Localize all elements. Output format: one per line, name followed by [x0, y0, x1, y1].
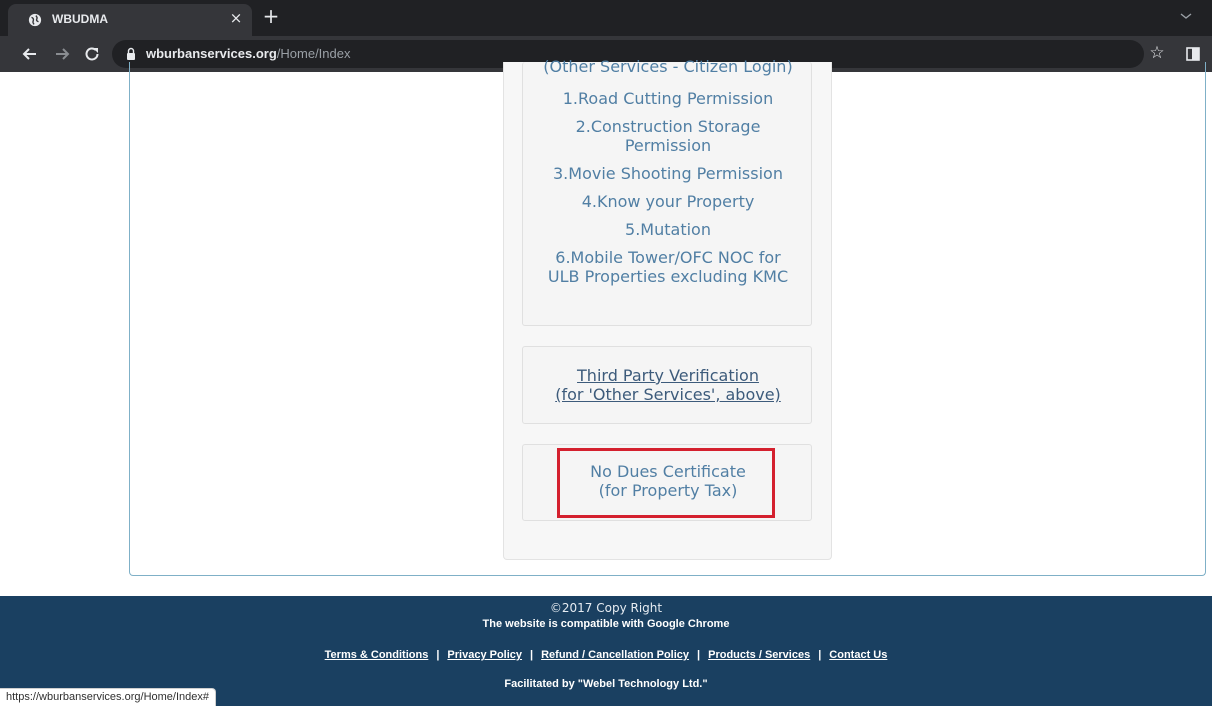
- page-content: (Other Services - Citizen Login) 1.Road …: [0, 57, 1212, 706]
- highlight-box: [557, 448, 775, 518]
- compatibility-text: The website is compatible with Google Ch…: [482, 618, 730, 630]
- reload-icon[interactable]: [82, 44, 102, 64]
- chevron-down-icon[interactable]: [1178, 8, 1194, 24]
- footer-link-contact[interactable]: Contact Us: [829, 649, 887, 661]
- globe-icon: [28, 13, 42, 27]
- lock-icon[interactable]: [126, 47, 136, 61]
- forward-arrow-icon[interactable]: [52, 44, 72, 64]
- service-link-road-cutting[interactable]: 1.Road Cutting Permission: [523, 89, 813, 108]
- back-arrow-icon[interactable]: [20, 44, 40, 64]
- third-party-verification-card: Third Party Verification (for 'Other Ser…: [522, 346, 812, 424]
- footer-link-refund[interactable]: Refund / Cancellation Policy: [541, 649, 689, 661]
- service-link-know-property[interactable]: 4.Know your Property: [523, 192, 813, 211]
- url-text: wburbanservices.org/Home/Index: [146, 46, 351, 61]
- copyright-text: ©2017 Copy Right: [549, 601, 663, 615]
- footer-link-terms[interactable]: Terms & Conditions: [325, 649, 429, 661]
- status-url-bubble: https://wburbanservices.org/Home/Index#: [0, 688, 216, 706]
- tab-bar: WBUDMA × +: [0, 0, 1212, 36]
- footer-links: Terms & Conditions | Privacy Policy | Refund…: [324, 649, 888, 661]
- other-services-card: (Other Services - Citizen Login) 1.Road …: [522, 57, 813, 326]
- third-party-verification-link[interactable]: Third Party Verification (for 'Other Ser…: [523, 366, 813, 404]
- close-tab-icon[interactable]: ×: [228, 10, 244, 26]
- service-link-mobile-tower[interactable]: 6.Mobile Tower/OFC NOC for ULB Propertie…: [523, 248, 813, 286]
- bookmark-star-icon[interactable]: ☆: [1148, 44, 1166, 62]
- services-header: (Other Services - Citizen Login): [543, 57, 793, 76]
- service-link-construction-storage[interactable]: 2.Construction Storage Permission: [523, 117, 813, 155]
- new-tab-button[interactable]: +: [262, 6, 280, 27]
- service-link-mutation[interactable]: 5.Mutation: [523, 220, 813, 239]
- service-link-movie-shooting[interactable]: 3.Movie Shooting Permission: [523, 164, 813, 183]
- side-panel-icon[interactable]: [1186, 47, 1200, 61]
- browser-tab[interactable]: WBUDMA ×: [8, 4, 252, 36]
- footer-link-products[interactable]: Products / Services: [708, 649, 810, 661]
- tab-title: WBUDMA: [52, 12, 108, 26]
- footer-link-privacy[interactable]: Privacy Policy: [447, 649, 522, 661]
